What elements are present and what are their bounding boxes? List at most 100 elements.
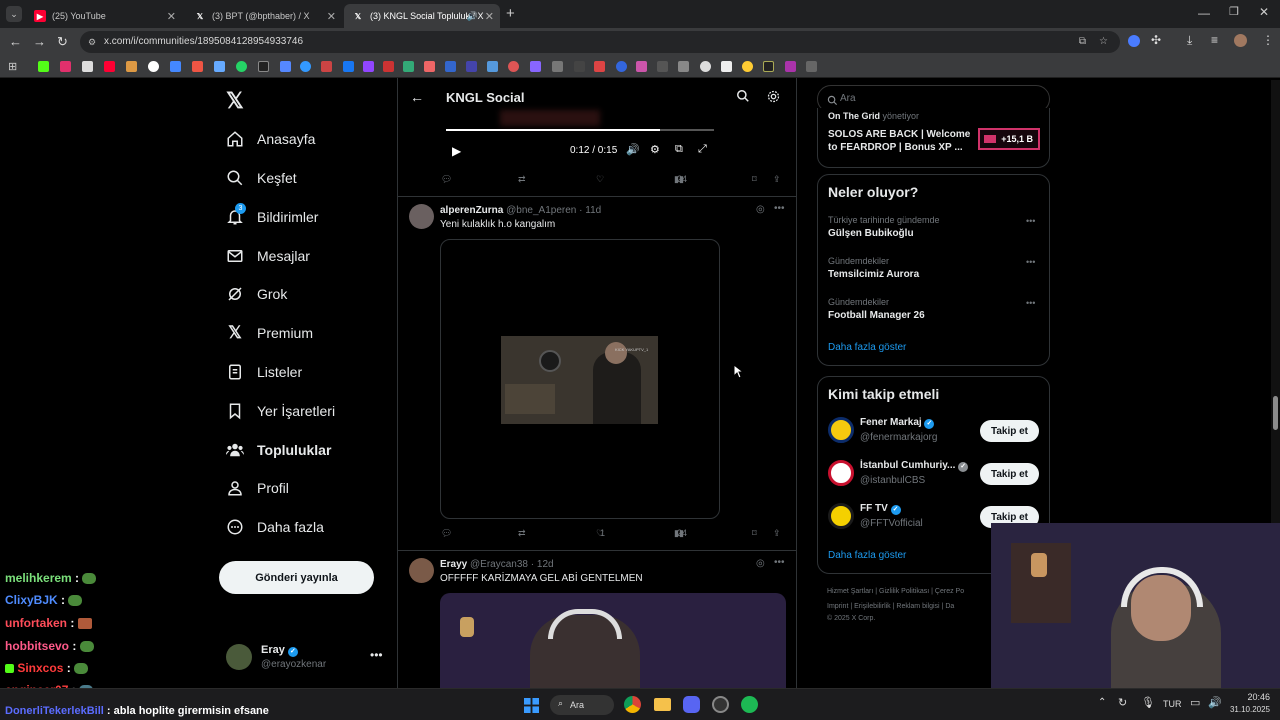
- nav-profile[interactable]: Profil: [226, 473, 289, 503]
- show-more-link[interactable]: Daha fazla göster: [828, 550, 906, 561]
- google-bookmark-icon[interactable]: [148, 61, 159, 72]
- close-icon[interactable]: ✕: [167, 10, 176, 23]
- more-options-icon[interactable]: •••: [1026, 298, 1035, 308]
- settings-icon[interactable]: ⚙: [650, 143, 660, 156]
- nav-more[interactable]: Daha fazla: [226, 512, 324, 542]
- chrome-taskbar-icon[interactable]: [624, 696, 641, 713]
- follow-suggestion[interactable]: İstanbul Cumhuriy... ✓ @istanbulCBS Taki…: [818, 458, 1049, 492]
- reply-icon[interactable]: 💬︎: [441, 528, 452, 539]
- views-icon[interactable]: ▮▮ 24: [674, 528, 687, 539]
- account-switcher[interactable]: Eray ✓ @erayozkenar •••: [226, 642, 386, 678]
- settings-icon[interactable]: [766, 89, 781, 109]
- grok-icon[interactable]: ◎: [756, 558, 765, 569]
- microphone-icon[interactable]: 🎙: [1141, 696, 1155, 709]
- bookmark-icon[interactable]: [763, 61, 774, 72]
- nav-bookmarks[interactable]: Yer İşaretleri: [226, 396, 335, 426]
- search-icon[interactable]: [736, 89, 750, 108]
- x-logo-icon[interactable]: 𝕏: [226, 88, 244, 114]
- post-video[interactable]: KICK YAKUPTV_1: [440, 239, 720, 519]
- bookmark-icon[interactable]: [403, 61, 414, 72]
- bookmark-icon[interactable]: [530, 61, 541, 72]
- bookmark-icon[interactable]: [126, 61, 137, 72]
- repost-icon[interactable]: ⇄: [518, 174, 526, 185]
- extension-icon[interactable]: [1128, 35, 1140, 47]
- grok-icon[interactable]: ◎: [756, 204, 765, 215]
- kick-bookmark-icon[interactable]: [38, 61, 49, 72]
- avatar[interactable]: [409, 204, 434, 229]
- bookmark-icon[interactable]: [445, 61, 456, 72]
- promo-card[interactable]: On The Grid yönetiyor SOLOS ARE BACK | W…: [817, 108, 1050, 168]
- share-icon[interactable]: ⇪: [773, 528, 781, 539]
- close-icon[interactable]: ✕: [485, 10, 494, 23]
- whatsapp-bookmark-icon[interactable]: [236, 61, 247, 72]
- bookmark-icon[interactable]: [424, 61, 435, 72]
- bookmark-icon[interactable]: [552, 61, 563, 72]
- author-handle[interactable]: @bne_A1peren: [506, 205, 576, 216]
- show-more-link[interactable]: Daha fazla göster: [828, 342, 906, 353]
- nav-lists[interactable]: Listeler: [226, 357, 302, 387]
- install-icon[interactable]: ⧉: [1079, 31, 1086, 53]
- speaker-icon[interactable]: 🔊: [467, 11, 478, 22]
- bookmark-icon[interactable]: [574, 61, 585, 72]
- repost-icon[interactable]: ⇄: [518, 528, 526, 539]
- post-media[interactable]: [440, 593, 786, 688]
- facebook-bookmark-icon[interactable]: [343, 61, 354, 72]
- post[interactable]: Erayy @Eraycan38 · 12d ◎ ••• OFFFFF KARİ…: [398, 551, 796, 688]
- bookmark-icon[interactable]: [214, 61, 225, 72]
- tab-bpt[interactable]: 𝕏 (3) BPT (@bpthaber) / X ✕: [186, 4, 342, 28]
- bookmark-icon[interactable]: ⌑: [752, 174, 757, 185]
- scrollbar-thumb[interactable]: [1273, 396, 1278, 430]
- apps-icon[interactable]: ⊞: [8, 60, 17, 73]
- bookmark-icon[interactable]: [785, 61, 796, 72]
- reload-icon[interactable]: ↻: [57, 34, 68, 50]
- play-icon[interactable]: ▶: [452, 144, 461, 158]
- back-button[interactable]: ←: [410, 89, 424, 105]
- bookmark-icon[interactable]: [657, 61, 668, 72]
- restore-button[interactable]: ❐: [1229, 5, 1239, 18]
- footer-link[interactable]: Reklam bilgisi: [896, 603, 939, 610]
- more-options-icon[interactable]: •••: [370, 648, 383, 662]
- pip-icon[interactable]: ⧉: [675, 143, 683, 156]
- nav-premium[interactable]: 𝕏 Premium: [226, 318, 313, 348]
- site-info-icon[interactable]: ⚙: [88, 31, 96, 53]
- network-icon[interactable]: ▭: [1190, 696, 1200, 709]
- url-input[interactable]: ⚙ x.com/i/communities/189508412895493374…: [80, 31, 1120, 53]
- footer-link[interactable]: Da: [945, 603, 954, 610]
- twitch-bookmark-icon[interactable]: [363, 61, 374, 72]
- explorer-taskbar-icon[interactable]: [654, 698, 671, 711]
- windows-start-icon[interactable]: [524, 698, 539, 713]
- nav-explore[interactable]: Keşfet: [226, 163, 297, 193]
- nav-home[interactable]: Anasayfa: [226, 124, 315, 154]
- bookmark-icon[interactable]: [806, 61, 817, 72]
- video-player[interactable]: ▶ 0:12 / 0:15 🔊 ⚙ ⧉ ⤢: [440, 110, 720, 166]
- tab-list-dropdown[interactable]: ⌄: [6, 6, 22, 22]
- close-icon[interactable]: ✕: [327, 10, 336, 23]
- more-options-icon[interactable]: •••: [1026, 257, 1035, 267]
- youtube-bookmark-icon[interactable]: [104, 61, 115, 72]
- bookmark-icon[interactable]: [742, 61, 753, 72]
- instagram-bookmark-icon[interactable]: [60, 61, 71, 72]
- bookmark-icon[interactable]: [321, 61, 332, 72]
- volume-icon[interactable]: 🔊: [626, 143, 640, 156]
- bookmark-icon[interactable]: [594, 61, 605, 72]
- trend-item[interactable]: Türkiye tarihinde gündemde Gülşen Bubiko…: [818, 211, 1049, 247]
- bookmark-icon[interactable]: [170, 61, 181, 72]
- more-options-icon[interactable]: •••: [774, 557, 785, 568]
- taskbar-search[interactable]: ⌕ Ara: [550, 695, 614, 715]
- window-close-button[interactable]: ✕: [1259, 5, 1269, 19]
- bookmark-icon[interactable]: [300, 61, 311, 72]
- nav-notifications[interactable]: 3 Bildirimler: [226, 202, 318, 232]
- follow-button[interactable]: Takip et: [980, 420, 1039, 442]
- back-icon[interactable]: ←: [9, 34, 22, 49]
- bookmark-icon[interactable]: [466, 61, 477, 72]
- bookmark-icon[interactable]: [721, 61, 732, 72]
- download-icon[interactable]: ⤓: [1187, 33, 1192, 48]
- post-time[interactable]: · 12d: [531, 559, 554, 570]
- promo-text[interactable]: SOLOS ARE BACK | Welcome to FEARDROP | B…: [828, 128, 973, 154]
- nav-communities[interactable]: Topluluklar: [226, 435, 331, 465]
- post-time[interactable]: · 11d: [579, 205, 601, 216]
- more-options-icon[interactable]: •••: [1026, 216, 1035, 226]
- footer-link[interactable]: Hizmet Şartları: [827, 588, 873, 595]
- trend-item[interactable]: Gündemdekiler Temsilcimiz Aurora •••: [818, 252, 1049, 288]
- app-taskbar-icon[interactable]: [712, 696, 729, 713]
